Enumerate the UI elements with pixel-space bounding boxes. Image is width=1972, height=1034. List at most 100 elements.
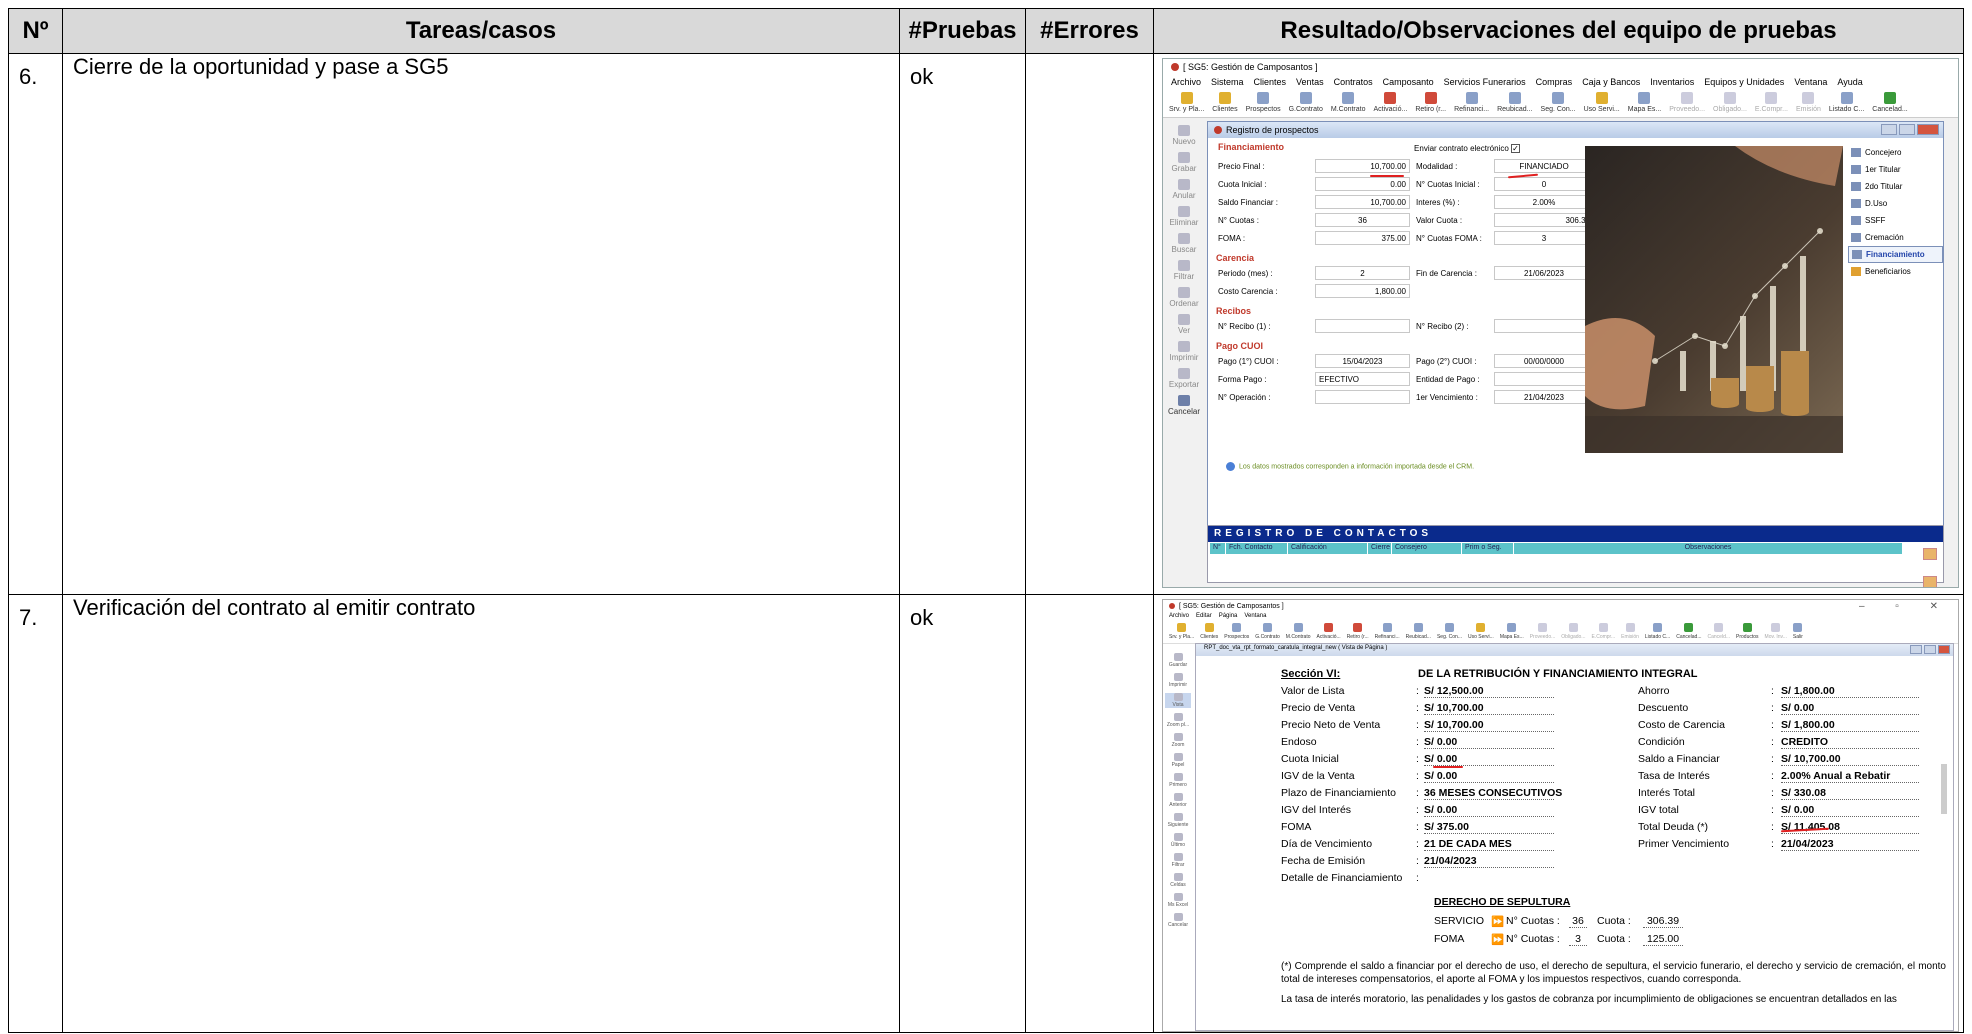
modalidad-field[interactable]: FINANCIADO <box>1494 159 1594 173</box>
interes-field[interactable]: 2.00% <box>1494 195 1594 209</box>
side-button[interactable]: Último <box>1165 833 1191 848</box>
toolbar-button[interactable]: Seg. Con... <box>1437 623 1462 642</box>
tab-1er-titular[interactable]: 1er Titular <box>1848 161 1943 178</box>
toolbar-button[interactable]: G.Contrato <box>1289 92 1323 115</box>
toolbar-button[interactable]: Mov. Inv... <box>1765 623 1787 642</box>
periodo-field[interactable]: 2 <box>1315 266 1410 280</box>
toolbar-button[interactable]: Proveedo... <box>1530 623 1555 642</box>
vertical-scrollbar[interactable] <box>1941 764 1947 814</box>
toolbar-button[interactable]: Activació... <box>1373 92 1407 115</box>
side-button[interactable]: Anterior <box>1165 793 1191 808</box>
side-button[interactable]: Imprimir <box>1165 673 1191 688</box>
toolbar-button[interactable]: Uso Servi... <box>1468 623 1494 642</box>
side-button[interactable]: Guardar <box>1165 653 1191 668</box>
toolbar-button[interactable]: Productos <box>1736 623 1759 642</box>
toolbar-button[interactable]: E.Compr... <box>1755 92 1788 115</box>
recibo2-field[interactable] <box>1494 319 1594 333</box>
menu-item[interactable]: Clientes <box>1254 77 1287 88</box>
menu-item[interactable]: Ventas <box>1296 77 1324 88</box>
tab-ssff[interactable]: SSFF <box>1848 212 1943 229</box>
pago1-field[interactable]: 15/04/2023 <box>1315 354 1410 368</box>
toolbar-button[interactable]: Prospectos <box>1224 623 1249 642</box>
toolbar-button[interactable]: Mapa Es... <box>1500 623 1524 642</box>
menu-item[interactable]: Caja y Bancos <box>1582 77 1640 88</box>
side-button[interactable]: Filtrar <box>1165 853 1191 868</box>
pago2-field[interactable]: 00/00/0000 <box>1494 354 1594 368</box>
tab-concejero[interactable]: Concejero <box>1848 144 1943 161</box>
close-icon[interactable] <box>1917 124 1939 135</box>
menu-item[interactable]: Archivo <box>1169 613 1189 621</box>
toolbar-button[interactable]: Listado C... <box>1829 92 1864 115</box>
toolbar-button[interactable]: Salir <box>1793 623 1803 642</box>
side-button[interactable]: Zoom pl... <box>1165 713 1191 728</box>
toolbar-button[interactable]: Mapa Es... <box>1628 92 1661 115</box>
side-button[interactable]: Cancelar <box>1163 395 1205 416</box>
column-header[interactable]: Observaciones <box>1514 543 1903 554</box>
n-cuotas-foma-field[interactable]: 3 <box>1494 231 1594 245</box>
toolbar-button[interactable]: Emisión <box>1796 92 1821 115</box>
delete-contact-icon[interactable] <box>1923 576 1937 587</box>
side-button[interactable]: Grabar <box>1163 152 1205 173</box>
menu-item[interactable]: Archivo <box>1171 77 1201 88</box>
toolbar-button[interactable]: Obligado... <box>1713 92 1747 115</box>
side-button[interactable]: Ordenar <box>1163 287 1205 308</box>
toolbar-button[interactable]: Clientes <box>1212 92 1238 115</box>
side-button[interactable]: Ver <box>1163 314 1205 335</box>
toolbar-button[interactable]: Canceld... <box>1708 623 1730 642</box>
toolbar-button[interactable]: Srv. y Pla... <box>1169 623 1194 642</box>
close-icon[interactable] <box>1938 645 1950 654</box>
toolbar-button[interactable]: Seg. Con... <box>1541 92 1576 115</box>
side-button[interactable]: Buscar <box>1163 233 1205 254</box>
restore-icon[interactable] <box>1899 124 1915 135</box>
tab-duso[interactable]: D.Uso <box>1848 195 1943 212</box>
restore-icon[interactable] <box>1924 645 1936 654</box>
toolbar-button[interactable]: Srv. y Pla... <box>1169 92 1204 115</box>
toolbar-button[interactable]: Retiro (r... <box>1347 623 1369 642</box>
column-header[interactable]: N° <box>1210 543 1226 554</box>
menu-item[interactable]: Página <box>1219 613 1238 621</box>
side-button[interactable]: Siguiente <box>1165 813 1191 828</box>
fin-carencia-field[interactable]: 21/06/2023 <box>1494 266 1594 280</box>
toolbar-button[interactable]: Retiro (r... <box>1415 92 1446 115</box>
minimize-icon[interactable] <box>1910 645 1922 654</box>
side-button[interactable]: Vista <box>1165 693 1191 708</box>
side-button[interactable]: Ms Excel <box>1165 893 1191 908</box>
toolbar-button[interactable]: G.Contrato <box>1255 623 1280 642</box>
side-button[interactable]: Imprimir <box>1163 341 1205 362</box>
side-button[interactable]: Nuevo <box>1163 125 1205 146</box>
toolbar-button[interactable]: Reubicad... <box>1406 623 1431 642</box>
costo-carencia-field[interactable]: 1,800.00 <box>1315 284 1410 298</box>
precio-final-field[interactable]: 10,700.00 <box>1315 159 1410 173</box>
column-header[interactable]: Calificación <box>1288 543 1368 554</box>
menu-item[interactable]: Equipos y Unidades <box>1704 77 1784 88</box>
side-button[interactable]: Eliminar <box>1163 206 1205 227</box>
side-button[interactable]: Celdas <box>1165 873 1191 888</box>
n-cuotas-inicial-field[interactable]: 0 <box>1494 177 1594 191</box>
side-button[interactable]: Papel <box>1165 753 1191 768</box>
menu-item[interactable]: Servicios Funerarios <box>1444 77 1526 88</box>
toolbar-button[interactable]: Cancelad... <box>1676 623 1702 642</box>
side-button[interactable]: Filtrar <box>1163 260 1205 281</box>
toolbar-button[interactable]: Activació... <box>1317 623 1341 642</box>
menu-item[interactable]: Camposanto <box>1383 77 1434 88</box>
window-controls[interactable]: – ▫ ✕ <box>1859 601 1952 612</box>
column-header[interactable]: Prim o Seg. <box>1462 543 1514 554</box>
tab-cremacion[interactable]: Cremación <box>1848 229 1943 246</box>
toolbar-button[interactable]: Refinanci... <box>1454 92 1489 115</box>
saldo-financiar-field[interactable]: 10,700.00 <box>1315 195 1410 209</box>
send-contract-checkbox[interactable]: Enviar contrato electrónico ✓ <box>1414 144 1520 153</box>
add-contact-icon[interactable] <box>1923 548 1937 560</box>
menu-item[interactable]: Ventana <box>1244 613 1266 621</box>
menu-item[interactable]: Ventana <box>1794 77 1827 88</box>
toolbar-button[interactable]: Clientes <box>1200 623 1218 642</box>
toolbar-button[interactable]: Listado C... <box>1645 623 1670 642</box>
side-button[interactable]: Zoom <box>1165 733 1191 748</box>
recibo1-field[interactable] <box>1315 319 1410 333</box>
toolbar-button[interactable]: M.Contrato <box>1286 623 1311 642</box>
tab-beneficiarios[interactable]: Beneficiarios <box>1848 263 1943 280</box>
tab-financiamiento[interactable]: Financiamiento <box>1848 246 1943 263</box>
toolbar-button[interactable]: Prospectos <box>1246 92 1281 115</box>
toolbar-button[interactable]: Obligado... <box>1561 623 1585 642</box>
n-cuotas-field[interactable]: 36 <box>1315 213 1410 227</box>
side-button[interactable]: Anular <box>1163 179 1205 200</box>
